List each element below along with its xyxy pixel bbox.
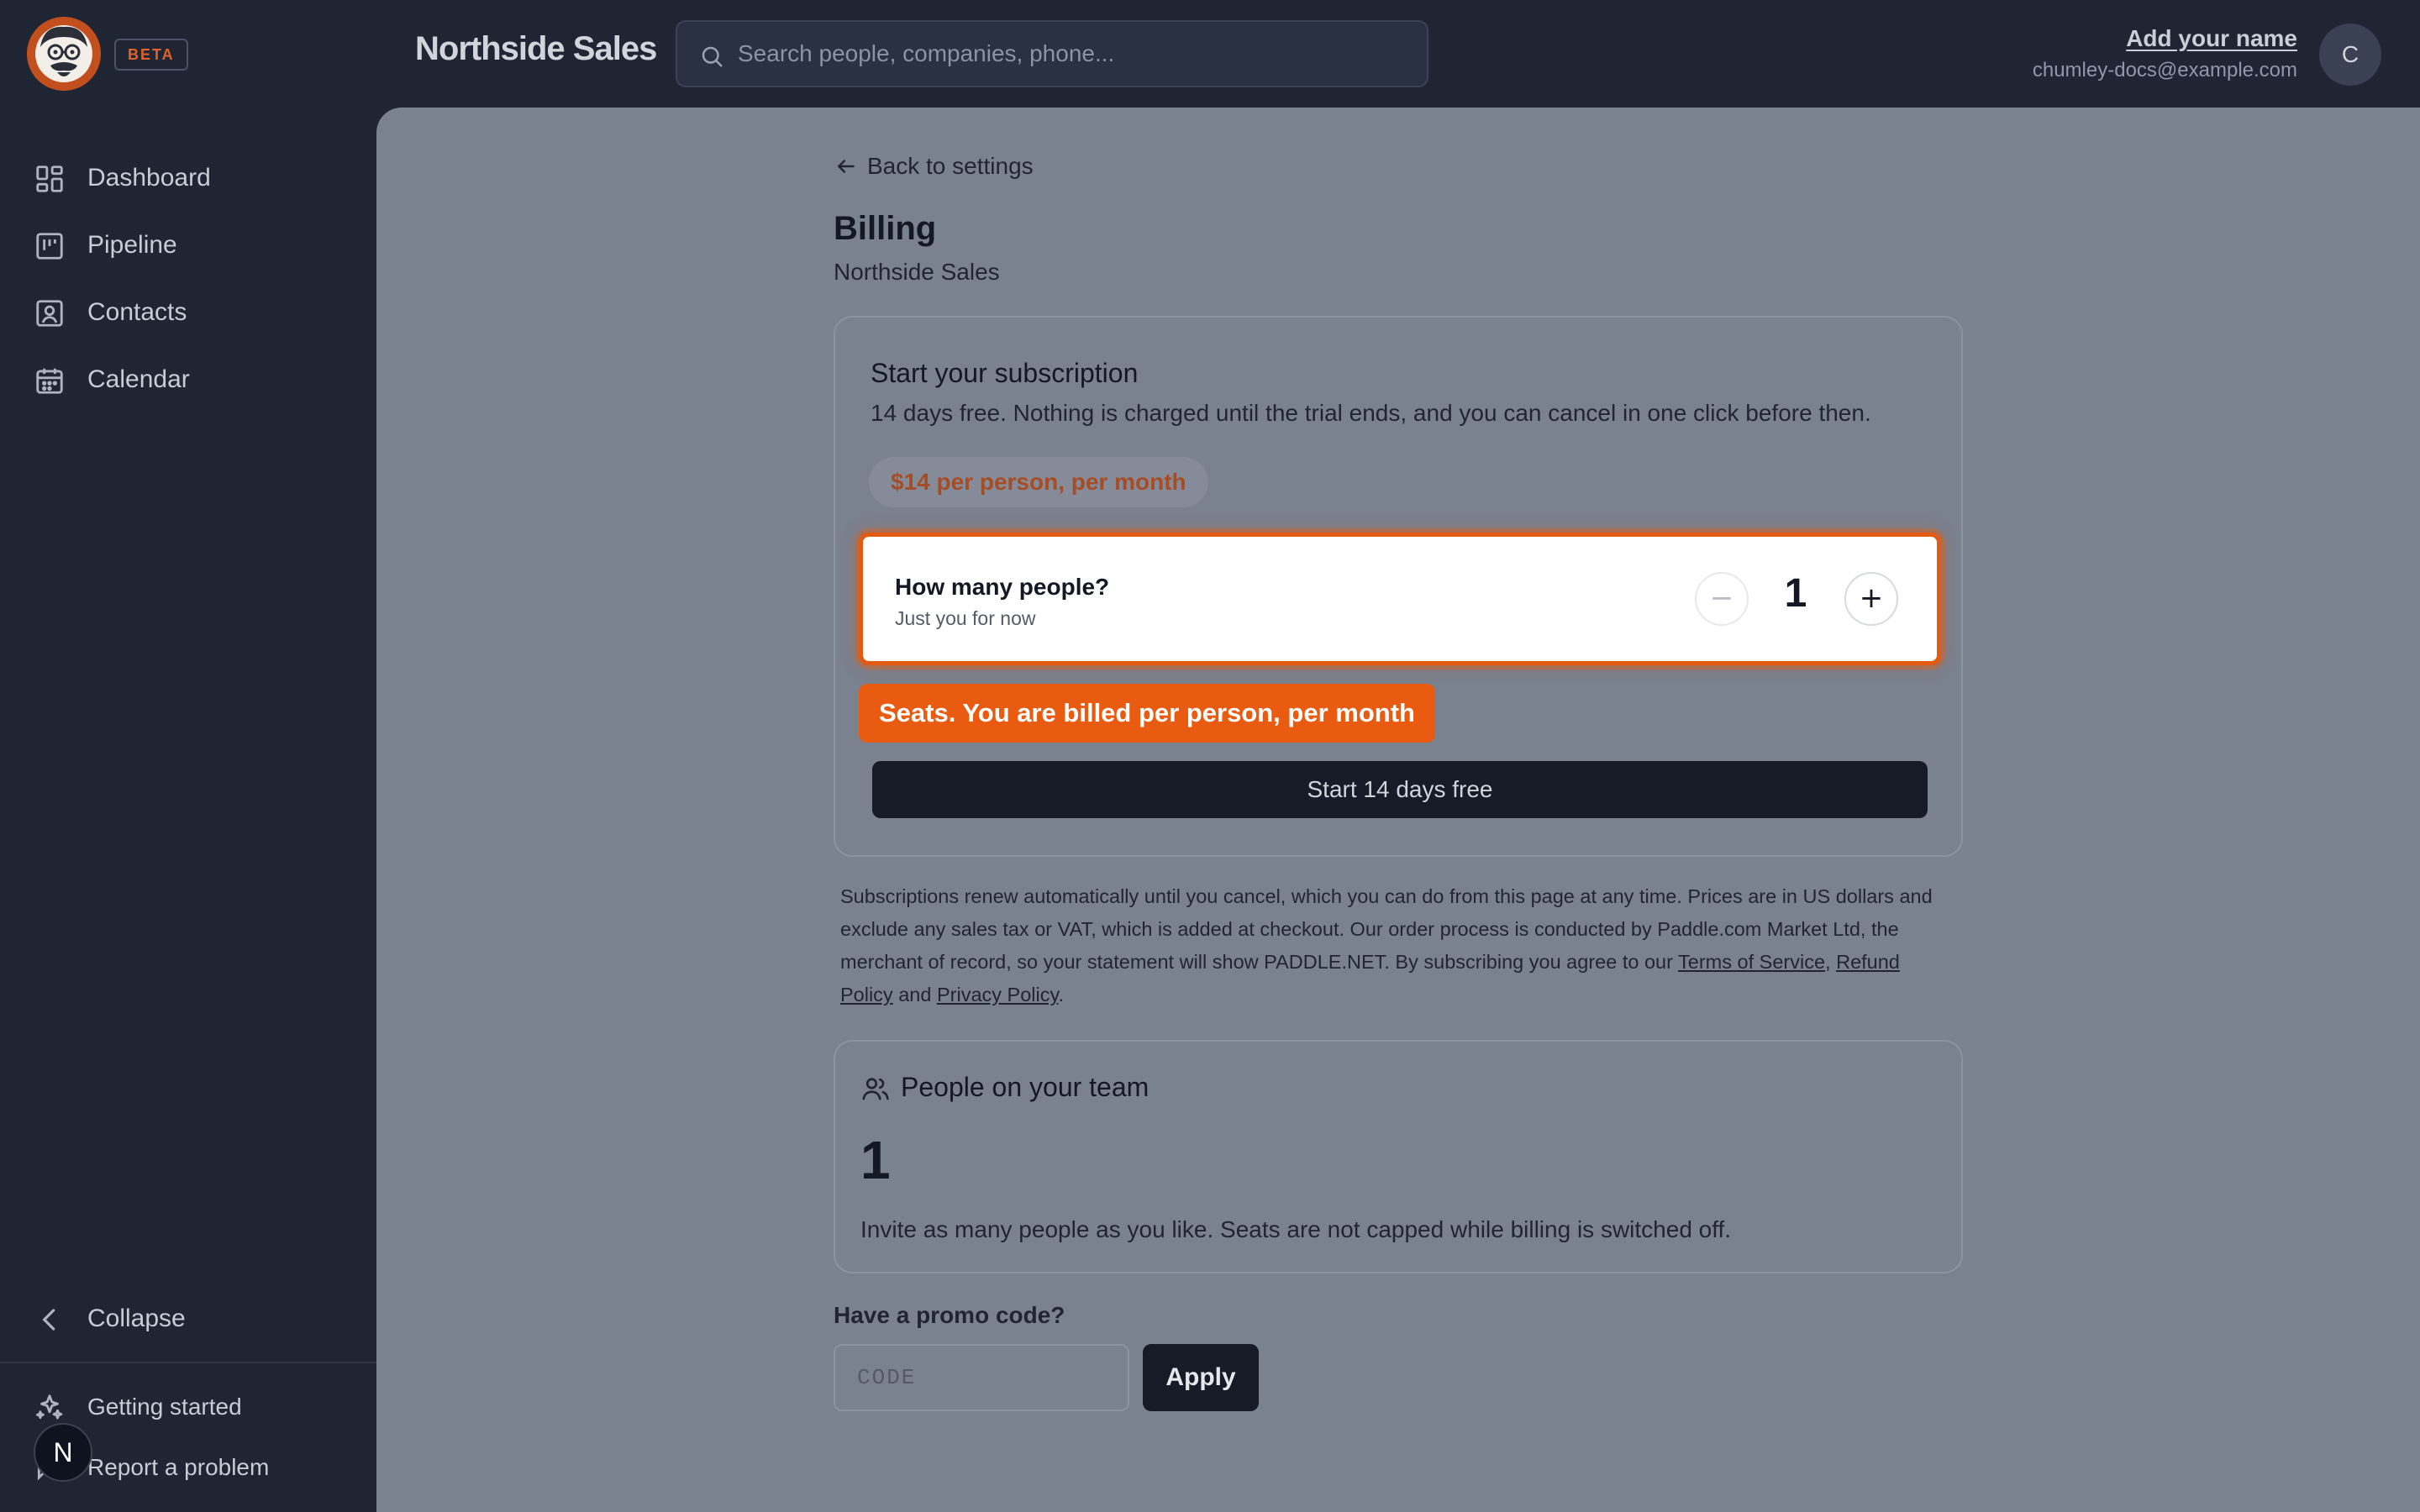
brand-name[interactable]: Northside Sales (415, 30, 657, 68)
sidebar-item-label: Contacts (87, 298, 187, 326)
dashboard-icon (36, 165, 63, 192)
team-count: 1 (860, 1130, 891, 1190)
sidebar-item-pipeline[interactable]: Pipeline (0, 218, 376, 272)
avatar[interactable]: C (2319, 24, 2381, 86)
subscription-description: 14 days free. Nothing is charged until t… (871, 400, 1871, 426)
search-bar[interactable] (676, 20, 1428, 87)
increase-seats-button[interactable]: + (1844, 572, 1898, 626)
legal-separator: , (1825, 951, 1837, 973)
arrow-left-icon (838, 160, 855, 173)
promo-code-input[interactable] (834, 1344, 1129, 1411)
seats-tooltip: Seats. You are billed per person, per mo… (859, 684, 1435, 743)
people-icon (862, 1078, 889, 1100)
calendar-icon (36, 368, 63, 394)
user-name-link[interactable]: Add your name (2126, 25, 2297, 52)
page-title: Billing (834, 210, 937, 247)
sidebar-item-label: Calendar (87, 365, 190, 393)
contacts-icon (36, 300, 63, 327)
sidebar-item-contacts[interactable]: Contacts (0, 286, 376, 339)
chevron-left-icon (42, 1309, 55, 1331)
seats-hint: Just you for now (895, 607, 1036, 629)
decrease-seats-button[interactable]: − (1695, 572, 1749, 626)
user-email: chumley-docs@example.com (2032, 59, 2297, 81)
team-card: People on your team 1 Invite as many peo… (834, 1040, 1963, 1273)
price-badge: $14 per person, per month (869, 457, 1208, 507)
search-input[interactable] (738, 22, 1410, 86)
privacy-policy-link[interactable]: Privacy Policy (937, 984, 1059, 1005)
collapse-button[interactable]: Collapse (0, 1292, 376, 1346)
back-link-label: Back to settings (867, 153, 1034, 179)
apply-promo-button[interactable]: Apply (1143, 1344, 1259, 1411)
search-icon (702, 46, 723, 67)
start-trial-button[interactable]: Start 14 days free (872, 761, 1928, 818)
terms-of-service-link[interactable]: Terms of Service (1678, 951, 1825, 973)
sidebar-item-label: Pipeline (87, 231, 177, 259)
team-title: People on your team (901, 1072, 1150, 1102)
beta-badge: BETA (114, 39, 188, 71)
mascot-logo-icon[interactable] (27, 17, 101, 91)
legal-end: . (1058, 984, 1065, 1005)
report-problem-label: Report a problem (87, 1454, 270, 1480)
sidebar-item-label: Dashboard (87, 164, 211, 192)
seat-selector: How many people? Just you for now − 1 + (859, 533, 1941, 665)
help-launcher-button[interactable]: N (34, 1423, 92, 1482)
collapse-label: Collapse (87, 1305, 186, 1332)
subscription-title: Start your subscription (871, 358, 1139, 388)
top-bar: BETA Northside Sales Add your name chuml… (0, 0, 2420, 108)
legal-notice: Subscriptions renew automatically until … (840, 880, 1958, 1011)
getting-started-label: Getting started (87, 1394, 242, 1420)
main-panel: Back to settings Billing Northside Sales… (376, 108, 2420, 1512)
legal-and: and (892, 984, 937, 1005)
sidebar: Dashboard Pipeline Contacts Calendar Col… (0, 108, 376, 1512)
sidebar-divider (0, 1362, 376, 1363)
sidebar-item-dashboard[interactable]: Dashboard (0, 151, 376, 205)
seats-question: How many people? (895, 574, 1110, 600)
sparkles-icon (36, 1394, 63, 1420)
page-subtitle: Northside Sales (834, 259, 1000, 285)
pipeline-icon (36, 233, 63, 260)
subscription-card: Start your subscription 14 days free. No… (834, 316, 1963, 857)
team-note: Invite as many people as you like. Seats… (860, 1216, 1732, 1242)
sidebar-item-calendar[interactable]: Calendar (0, 353, 376, 407)
promo-label: Have a promo code? (834, 1302, 1065, 1328)
seat-count: 1 (1784, 571, 1807, 616)
